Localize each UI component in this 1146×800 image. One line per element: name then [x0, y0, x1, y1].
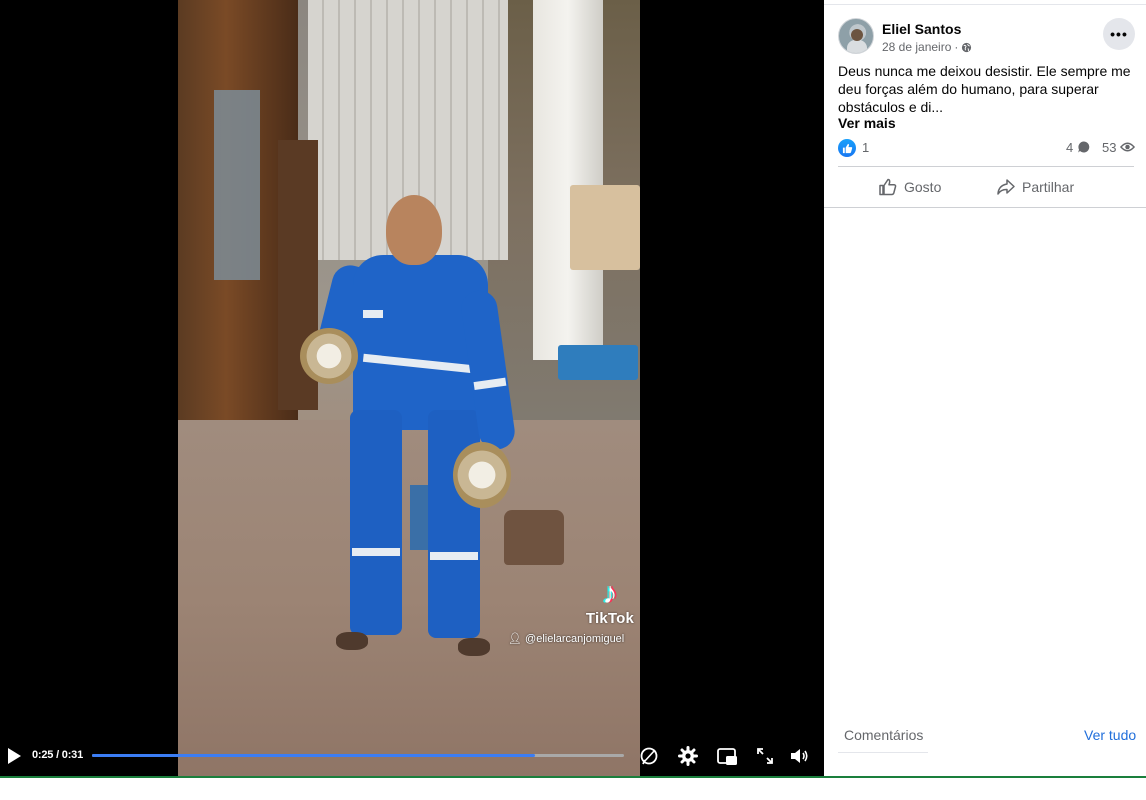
like-count[interactable]: 1	[862, 140, 869, 155]
share-button[interactable]: Partilhar	[996, 175, 1086, 199]
play-icon[interactable]	[6, 747, 22, 765]
video-player[interactable]: ♪ TikTok 👤︎ @elielarcanjomiguel 0:25 / 0…	[0, 0, 824, 776]
video-frame[interactable]	[178, 0, 640, 776]
see-all-comments-link[interactable]: Ver tudo	[1084, 727, 1136, 743]
progress-fill	[92, 754, 536, 757]
comment-count[interactable]: 4	[1066, 140, 1091, 155]
comment-bubble-icon	[1078, 141, 1090, 153]
globe-icon	[962, 42, 972, 52]
like-label: Gosto	[904, 179, 942, 195]
person-head	[386, 195, 442, 265]
captions-off-icon[interactable]	[638, 745, 660, 767]
can-right	[453, 442, 511, 508]
video-scene-boots	[504, 510, 564, 565]
actions-divider	[824, 207, 1146, 208]
comments-label: Comentários	[844, 727, 924, 743]
more-options-button[interactable]: •••	[1103, 18, 1135, 50]
see-more-link[interactable]: Ver mais	[838, 115, 896, 131]
tiktok-handle: 👤︎ @elielarcanjomiguel	[508, 632, 624, 645]
share-label: Partilhar	[1022, 179, 1075, 195]
eye-icon	[1120, 142, 1136, 152]
tiktok-logo-icon: ♪	[602, 577, 618, 610]
person-left-leg	[350, 410, 402, 635]
like-reaction-icon[interactable]	[838, 139, 856, 157]
stats-divider	[838, 166, 1134, 167]
video-scene-panel	[214, 90, 260, 280]
post-date[interactable]: 28 de janeiro	[882, 40, 951, 54]
settings-gear-icon[interactable]	[677, 745, 699, 767]
person-right-foot	[458, 638, 490, 656]
like-button[interactable]: Gosto	[878, 175, 948, 199]
tiktok-watermark: ♪ TikTok	[580, 577, 640, 628]
thumbs-up-icon	[879, 178, 897, 196]
author-name[interactable]: Eliel Santos	[882, 21, 961, 37]
bottom-strip	[0, 776, 1146, 800]
post-meta: 28 de janeiro ·	[882, 40, 972, 54]
fullscreen-icon[interactable]	[754, 745, 776, 767]
can-left	[300, 328, 358, 384]
video-controls: 0:25 / 0:31	[0, 738, 824, 774]
post-panel: Eliel Santos 28 de janeiro · ••• Deus nu…	[824, 0, 1146, 776]
meta-separator: ·	[954, 40, 959, 54]
bottom-accent-line	[0, 776, 1146, 778]
share-arrow-icon	[997, 179, 1015, 195]
post-text: Deus nunca me deixou desistir. Ele sempr…	[838, 63, 1131, 115]
tiktok-handle-text: @elielarcanjomiguel	[525, 633, 625, 645]
tiktok-brand: TikTok	[585, 610, 635, 627]
view-count: 53	[1102, 140, 1136, 155]
video-scene-floor	[178, 420, 640, 776]
avatar[interactable]	[838, 18, 874, 54]
user-icon: 👤︎	[508, 633, 526, 645]
person-left-foot	[336, 632, 368, 650]
comments-underline	[838, 752, 928, 753]
picture-in-picture-icon[interactable]	[716, 745, 738, 767]
video-time: 0:25 / 0:31	[32, 749, 84, 761]
video-scene-cloth	[570, 185, 640, 270]
progress-bar[interactable]	[92, 754, 624, 757]
video-scene-white-pillar	[533, 0, 603, 360]
video-scene-crate	[558, 345, 638, 380]
panel-divider-top	[824, 4, 1146, 5]
volume-icon[interactable]	[788, 745, 810, 767]
